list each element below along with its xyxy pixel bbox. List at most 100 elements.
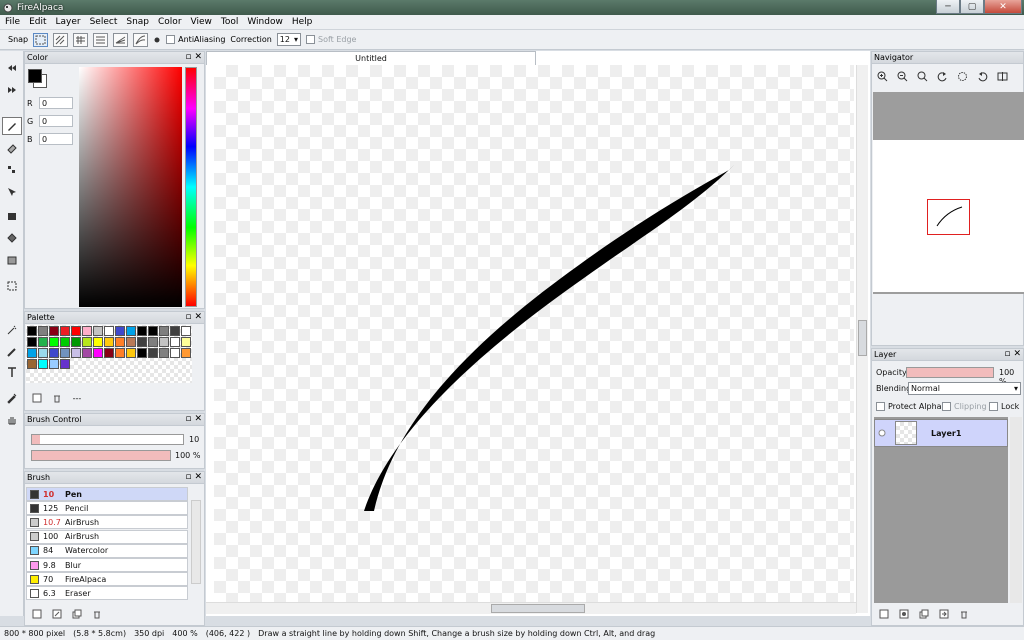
- blue-input[interactable]: 0: [39, 133, 73, 145]
- magic-wand-tool-button[interactable]: [2, 321, 22, 339]
- palette-swatch[interactable]: [115, 326, 125, 336]
- layer-list-scrollbar[interactable]: [1010, 417, 1022, 603]
- palette-swatch[interactable]: [27, 359, 37, 369]
- menu-view[interactable]: View: [186, 17, 216, 27]
- navigator-viewport-frame[interactable]: [927, 199, 970, 235]
- menu-select[interactable]: Select: [85, 17, 122, 27]
- flip-icon[interactable]: [996, 70, 1008, 82]
- eyedropper-tool-button[interactable]: [2, 389, 22, 407]
- snap-circle-button[interactable]: [133, 32, 149, 47]
- delete-palette-icon[interactable]: [51, 392, 63, 404]
- undock-icon[interactable]: ▫: [185, 313, 191, 322]
- palette-swatch[interactable]: [115, 348, 125, 358]
- layer-visibility-icon[interactable]: [878, 429, 886, 439]
- palette-swatch[interactable]: [60, 348, 70, 358]
- palette-swatch[interactable]: [38, 337, 48, 347]
- menu-edit[interactable]: Edit: [24, 17, 50, 27]
- layer-opacity-slider[interactable]: [906, 367, 994, 378]
- palette-swatch[interactable]: [137, 326, 147, 336]
- palette-swatch[interactable]: [126, 348, 136, 358]
- primary-color-swatch[interactable]: [28, 69, 42, 83]
- dot-tool-button[interactable]: [2, 161, 22, 179]
- palette-swatch[interactable]: [49, 359, 59, 369]
- snap-off-button[interactable]: [33, 32, 49, 47]
- brush-item[interactable]: 9.8 Blur: [26, 558, 188, 572]
- brush-item[interactable]: 100 AirBrush: [26, 529, 188, 544]
- minimize-button[interactable]: ─: [936, 0, 960, 14]
- palette-swatch[interactable]: [71, 348, 81, 358]
- palette-swatch[interactable]: [170, 337, 180, 347]
- brush-list-scrollbar[interactable]: [191, 500, 201, 584]
- palette-swatch[interactable]: [93, 337, 103, 347]
- snap-point-icon[interactable]: [153, 36, 161, 44]
- palette-swatch[interactable]: [148, 348, 158, 358]
- blending-select[interactable]: Normal ▾: [908, 382, 1021, 395]
- palette-swatch[interactable]: [38, 326, 48, 336]
- edit-brush-icon[interactable]: [51, 608, 63, 620]
- palette-swatch[interactable]: [82, 337, 92, 347]
- brush-item[interactable]: 84 Watercolor: [26, 543, 188, 558]
- palette-menu-label[interactable]: ---: [71, 392, 83, 404]
- gradient-tool-button[interactable]: [2, 251, 22, 269]
- palette-swatch[interactable]: [137, 337, 147, 347]
- close-icon[interactable]: ✕: [194, 415, 202, 424]
- palette-swatch[interactable]: [115, 337, 125, 347]
- palette-swatch[interactable]: [104, 326, 114, 336]
- antialiasing-checkbox[interactable]: [166, 35, 176, 44]
- brush-size-slider[interactable]: [31, 434, 184, 445]
- palette-swatch[interactable]: [93, 326, 103, 336]
- add-8bit-layer-icon[interactable]: [898, 608, 910, 620]
- palette-swatch[interactable]: [104, 348, 114, 358]
- menu-color[interactable]: Color: [153, 17, 186, 27]
- palette-swatch[interactable]: [170, 326, 180, 336]
- zoom-out-icon[interactable]: [896, 70, 908, 82]
- close-icon[interactable]: ✕: [194, 313, 202, 322]
- palette-swatch[interactable]: [126, 337, 136, 347]
- palette-swatch[interactable]: [159, 348, 169, 358]
- duplicate-brush-icon[interactable]: [71, 608, 83, 620]
- menu-tool[interactable]: Tool: [216, 17, 242, 27]
- snap-crisscross-button[interactable]: [93, 32, 109, 47]
- palette-swatch[interactable]: [181, 326, 191, 336]
- protect-alpha-checkbox[interactable]: [876, 402, 885, 411]
- protect-alpha-toggle[interactable]: Protect Alpha: [876, 402, 942, 411]
- close-button[interactable]: ✕: [984, 0, 1022, 14]
- palette-swatch[interactable]: [49, 348, 59, 358]
- brush-item[interactable]: 125 Pencil: [26, 501, 188, 516]
- menu-window[interactable]: Window: [242, 17, 287, 27]
- undock-icon[interactable]: ▫: [185, 53, 191, 62]
- palette-swatch[interactable]: [71, 326, 81, 336]
- menu-file[interactable]: File: [0, 17, 24, 27]
- brush-item[interactable]: 70 FireAlpaca: [26, 572, 188, 587]
- palette-swatch[interactable]: [27, 348, 37, 358]
- palette-swatch[interactable]: [60, 359, 70, 369]
- palette-swatch[interactable]: [137, 348, 147, 358]
- zoom-in-icon[interactable]: [876, 70, 888, 82]
- bucket-tool-button[interactable]: [2, 229, 22, 247]
- delete-brush-icon[interactable]: [91, 608, 103, 620]
- undock-icon[interactable]: ▫: [185, 415, 191, 424]
- move-tool-button[interactable]: [2, 183, 22, 201]
- delete-layer-icon[interactable]: [958, 608, 970, 620]
- select-pen-tool-button[interactable]: [2, 343, 22, 361]
- soft-edge-checkbox[interactable]: [306, 35, 315, 44]
- palette-swatch[interactable]: [82, 326, 92, 336]
- palette-swatch[interactable]: [159, 326, 169, 336]
- palette-swatch[interactable]: [38, 348, 48, 358]
- collapse-left-button[interactable]: [2, 59, 22, 77]
- lock-toggle[interactable]: Lock: [989, 402, 1019, 411]
- add-brush-icon[interactable]: [31, 608, 43, 620]
- palette-swatch[interactable]: [126, 326, 136, 336]
- saturation-value-picker[interactable]: [79, 67, 182, 307]
- rotate-left-icon[interactable]: [936, 70, 948, 82]
- horizontal-scrollbar[interactable]: [206, 602, 856, 614]
- text-tool-button[interactable]: [2, 363, 22, 381]
- palette-swatch[interactable]: [82, 348, 92, 358]
- undock-icon[interactable]: ▫: [1004, 350, 1010, 359]
- brush-item[interactable]: 10 Pen: [26, 487, 188, 501]
- snap-parallel-button[interactable]: [53, 32, 69, 47]
- vertical-scroll-thumb[interactable]: [858, 320, 867, 356]
- eraser-tool-button[interactable]: [2, 139, 22, 157]
- palette-swatch[interactable]: [181, 348, 191, 358]
- pen-tool-button[interactable]: [2, 117, 22, 135]
